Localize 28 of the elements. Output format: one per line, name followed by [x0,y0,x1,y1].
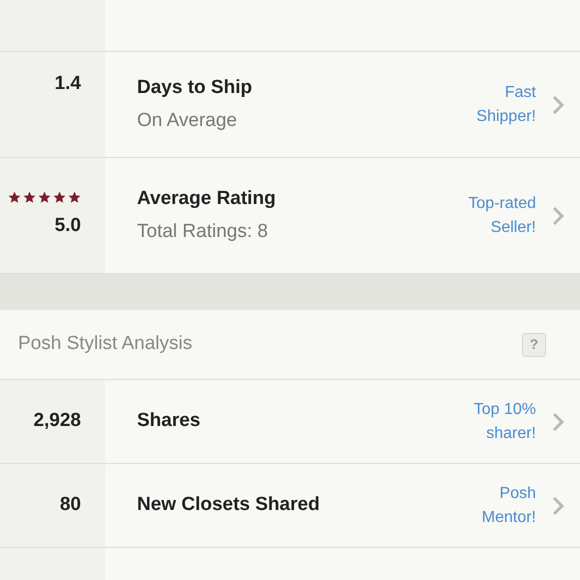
stat-value: 1.4 [54,72,81,96]
stat-label: Top-rated Seller! [467,194,536,238]
star-icon [68,190,81,204]
chevron-right-icon [552,412,564,432]
stat-value: 2,928 [33,409,81,434]
chevron-right-icon [552,496,564,516]
stat-row[interactable]: 5.0 Average Rating Total Ratings: 8 Top-rated Seller! [0,158,580,274]
star-icon [38,190,51,204]
chevron-right-icon [552,94,564,114]
stat-row[interactable]: 1.4 Days to Ship On Average Fast Shipper! [0,52,580,158]
stat-label: Posh Mentor! [480,484,536,528]
star-icon [8,190,21,204]
stat-title: Average Rating [137,187,277,211]
star-icon [53,190,66,204]
star-icon [23,190,36,204]
stat-label: Top 10% sharer! [472,400,536,444]
stat-row[interactable]: 80 New Closets Shared Posh Mentor! [0,464,580,548]
section-title: Posh Stylist Analysis [18,332,192,356]
stat-title: Days to Ship [137,76,254,100]
stat-subtitle: On Average [137,108,238,132]
stat-subtitle: Total Ratings: 8 [137,220,269,244]
stat-label: Fast Shipper! [475,82,536,126]
stat-title: Shares [137,409,202,434]
stat-value: 5.0 [54,214,81,238]
stat-value: 80 [60,493,81,518]
stat-row[interactable]: 2,928 Shares Top 10% sharer! [0,380,580,464]
stat-title: New Closets Shared [137,493,321,518]
chevron-right-icon [552,206,564,226]
